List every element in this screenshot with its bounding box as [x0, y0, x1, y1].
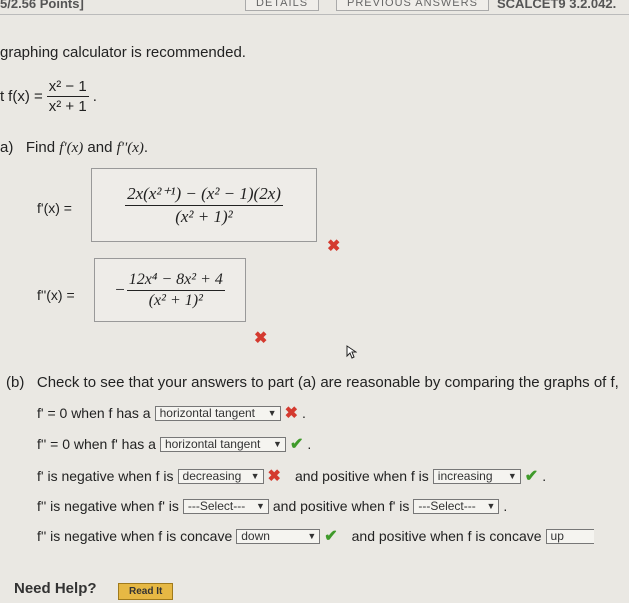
row-4-select[interactable]: down ▼ — [236, 528, 321, 544]
fprime-fraction: 2x(x²⁺¹) − (x² − 1)(2x) (x² + 1)² — [125, 184, 283, 227]
chevron-down-icon: ▼ — [486, 501, 496, 511]
fdoubleprime-wrong-icon: ✖ — [254, 330, 268, 347]
fprime-numerator: 2x(x²⁺¹) − (x² − 1)(2x) — [125, 184, 283, 206]
row-3-mid: and positive when f' is — [272, 498, 410, 514]
function-lhs: f(x) = — [8, 88, 43, 105]
part-a-prompt-pre: Find — [25, 139, 60, 156]
part-a-f2: f''(x) — [116, 140, 144, 156]
row-2-end: . — [542, 468, 547, 484]
read-it-button[interactable]: Read It — [118, 583, 174, 600]
row-3-end: . — [503, 498, 508, 514]
row-fprime-zero: f' = 0 when f has a horizontal tangent ▼ … — [37, 404, 306, 422]
function-end: . — [92, 88, 97, 105]
row-2-select-2[interactable]: increasing ▼ — [432, 468, 521, 484]
row-4-select-value: down — [241, 529, 270, 543]
row-fprime-negative: f' is negative when f is decreasing ▼ ✖ a… — [37, 467, 546, 485]
top-bar: 5/2.56 Points] DETAILS PREVIOUS ANSWERS … — [0, 0, 629, 15]
chevron-down-icon: ▼ — [267, 408, 277, 418]
row-2-select-2-value: increasing — [437, 469, 493, 483]
row-2-mid: and positive when f is — [294, 468, 429, 484]
part-b-prompt-text: Check to see that your answers to part (… — [36, 374, 619, 391]
chevron-down-icon: ▼ — [255, 501, 265, 511]
intro-text: graphing calculator is recommended. — [0, 44, 246, 61]
function-definition: t f(x) = x² − 1 x² + 1 . — [0, 78, 97, 115]
part-a-f1: f'(x) — [59, 140, 84, 156]
row-4-select-2-value: up — [550, 529, 564, 543]
row-concavity: f'' is negative when f is concave down ▼ … — [37, 527, 594, 545]
chevron-down-icon: ▼ — [507, 471, 517, 481]
row-1-select[interactable]: horizontal tangent ▼ — [159, 436, 286, 452]
row-3-select-2-value: ---Select--- — [418, 499, 476, 513]
row-0-pre: f' = 0 when f has a — [37, 405, 151, 421]
row-4-correct-icon: ✔ — [324, 528, 338, 545]
function-fraction: x² − 1 x² + 1 — [46, 78, 89, 115]
row-4-select-2[interactable]: up — [545, 528, 594, 544]
row-fdoubleprime-zero: f'' = 0 when f' has a horizontal tangent… — [37, 435, 311, 453]
chevron-down-icon: ▼ — [273, 439, 282, 449]
row-0-select-value: horizontal tangent — [159, 406, 255, 420]
row-1-end: . — [307, 436, 312, 452]
row-0-wrong-icon: ✖ — [284, 405, 298, 422]
row-3-select-2[interactable]: ---Select--- ▼ — [413, 498, 500, 514]
fdoubleprime-denominator: (x² + 1)² — [148, 291, 203, 309]
row-4-pre: f'' is negative when f is concave — [37, 528, 233, 544]
fdoubleprime-label: f''(x) = — [37, 287, 75, 303]
part-a-and: and — [83, 139, 117, 156]
fdoubleprime-answer-box[interactable]: − 12x⁴ − 8x² + 4 (x² + 1)² — [94, 258, 246, 322]
fprime-label: f'(x) = — [37, 200, 72, 216]
fprime-answer-box[interactable]: 2x(x²⁺¹) − (x² − 1)(2x) (x² + 1)² — [91, 168, 317, 242]
fprime-wrong-icon: ✖ — [327, 238, 341, 255]
fprime-denominator: (x² + 1)² — [175, 206, 233, 226]
row-3-pre: f'' is negative when f' is — [37, 498, 179, 514]
part-a-end: . — [143, 139, 149, 156]
row-2-pre: f' is negative when f is — [37, 468, 174, 484]
chevron-down-icon: ▼ — [307, 531, 317, 541]
row-1-select-value: horizontal tangent — [164, 437, 261, 451]
row-3-select-value: ---Select--- — [187, 499, 246, 513]
part-a-prompt: a) Find f'(x) and f''(x). — [0, 139, 148, 157]
problem-id: SCALCET9 3.2.042. — [497, 0, 617, 11]
fdoubleprime-numerator: 12x⁴ − 8x² + 4 — [126, 271, 225, 291]
points-label: 5/2.56 Points] — [0, 0, 84, 11]
part-b-label: (b) — [6, 374, 25, 391]
fdoubleprime-fraction: 12x⁴ − 8x² + 4 (x² + 1)² — [126, 271, 225, 310]
row-2-correct-icon: ✔ — [524, 468, 539, 485]
row-0-select[interactable]: horizontal tangent ▼ — [154, 405, 281, 421]
row-2-select[interactable]: decreasing ▼ — [177, 468, 264, 484]
row-4-mid: and positive when f is concave — [351, 528, 542, 544]
function-prefix: t — [0, 88, 5, 105]
function-denominator: x² + 1 — [48, 98, 87, 115]
row-2-select-value: decreasing — [182, 469, 242, 483]
row-3-select[interactable]: ---Select--- ▼ — [182, 498, 269, 514]
row-1-correct-icon: ✔ — [289, 436, 304, 453]
part-a-label: a) — [0, 139, 14, 156]
row-fdoubleprime-negative: f'' is negative when f' is ---Select--- ▼… — [37, 497, 507, 515]
mouse-cursor-icon — [346, 345, 358, 359]
fdoubleprime-sign: − — [115, 280, 125, 299]
chevron-down-icon: ▼ — [250, 471, 260, 481]
tab-details[interactable]: DETAILS — [245, 0, 320, 11]
row-2-wrong-icon: ✖ — [267, 468, 281, 485]
function-numerator: x² − 1 — [46, 78, 89, 97]
part-b-prompt: (b) Check to see that your answers to pa… — [6, 374, 619, 391]
row-1-pre: f'' = 0 when f' has a — [37, 436, 156, 452]
row-0-end: . — [302, 405, 306, 421]
need-help-label: Need Help? — [14, 580, 97, 597]
tab-previous-answers[interactable]: PREVIOUS ANSWERS — [336, 0, 489, 11]
